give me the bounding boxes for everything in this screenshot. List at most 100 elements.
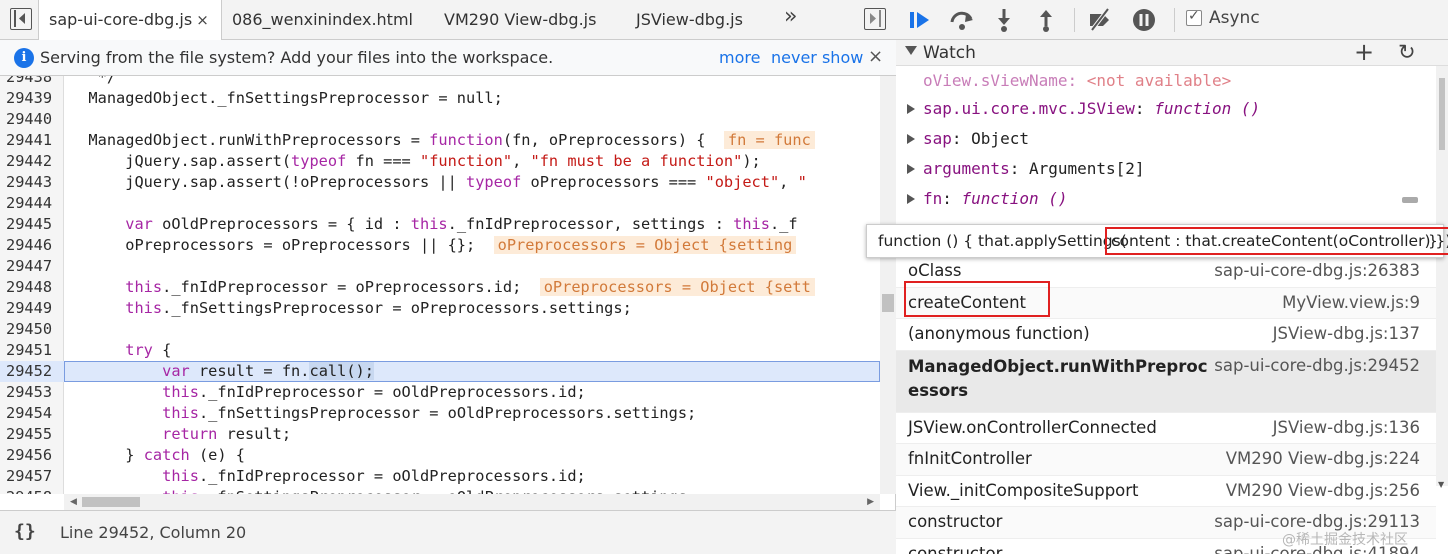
watch-expression: oView.sViewName	[923, 71, 1068, 90]
delete-watch-icon[interactable]	[1402, 197, 1418, 203]
expand-triangle-icon[interactable]	[907, 194, 915, 204]
line-number[interactable]: 29439	[6, 88, 62, 109]
tab-sap-ui-core[interactable]: sap-ui-core-dbg.js ×	[38, 0, 222, 41]
more-tabs-icon[interactable]: »	[784, 4, 797, 29]
editor-vertical-scrollbar[interactable]	[880, 76, 896, 494]
call-frame-location[interactable]: JSView-dbg.js:136	[1273, 418, 1420, 437]
step-over-icon[interactable]	[948, 6, 976, 34]
line-number[interactable]: 29447	[6, 256, 62, 277]
tab-wenxinindex[interactable]: 086_wenxinindex.html	[232, 0, 413, 40]
close-infobar-icon[interactable]: ×	[868, 46, 883, 67]
call-frame-location[interactable]: VM290 View-dbg.js:224	[1226, 449, 1420, 468]
line-number[interactable]: 29449	[6, 298, 62, 319]
collapse-watch-icon[interactable]	[905, 46, 917, 55]
refresh-watch-icon[interactable]: ↻	[1398, 40, 1416, 64]
line-source: this._fnSettingsPreprocessor = oOldPrepr…	[162, 404, 697, 422]
expand-triangle-icon[interactable]	[907, 134, 915, 144]
watch-item[interactable]: oView.sViewName: <not available>	[896, 66, 1436, 96]
call-frame-location[interactable]: sap-ui-core-dbg.js:29452	[1214, 356, 1420, 375]
tab-close-icon[interactable]: ×	[196, 11, 209, 29]
code-line[interactable]: 29448 this._fnIdPreprocessor = oPreproce…	[0, 277, 880, 298]
expand-triangle-icon[interactable]	[907, 104, 915, 114]
code-line[interactable]: 29444	[0, 193, 880, 214]
async-checkbox[interactable]	[1186, 8, 1202, 26]
line-number[interactable]: 29450	[6, 319, 62, 340]
never-show-link[interactable]: never show	[771, 48, 863, 67]
line-number[interactable]: 29458	[6, 487, 62, 494]
line-number[interactable]: 29441	[6, 130, 62, 151]
toggle-navigator-icon[interactable]	[10, 8, 32, 30]
line-number[interactable]: 29442	[6, 151, 62, 172]
pretty-print-icon[interactable]: {}	[14, 521, 36, 542]
line-number[interactable]: 29455	[6, 424, 62, 445]
call-frame-location[interactable]: MyView.view.js:9	[1282, 293, 1420, 312]
line-number[interactable]: 29456	[6, 445, 62, 466]
tab-jsview[interactable]: JSView-dbg.js	[636, 0, 743, 40]
call-frame[interactable]: (anonymous function) JSView-dbg.js:137	[896, 319, 1436, 351]
line-number[interactable]: 29444	[6, 193, 62, 214]
watch-item[interactable]: fn: function ()	[896, 184, 1436, 214]
watch-value: Object	[971, 129, 1029, 148]
line-number[interactable]: 29454	[6, 403, 62, 424]
code-line[interactable]: 29451 try {	[0, 340, 880, 361]
code-line[interactable]: 29453 this._fnIdPreprocessor = oOldPrepr…	[0, 382, 880, 403]
code-line[interactable]: 29449 this._fnSettingsPreprocessor = oPr…	[0, 298, 880, 319]
code-line[interactable]: 29452 var result = fn.call();	[0, 361, 880, 382]
watch-section-header[interactable]: Watch + ↻	[896, 38, 1448, 66]
code-line[interactable]: 29447	[0, 256, 880, 277]
code-line[interactable]: 29457 this._fnIdPreprocessor = oOldPrepr…	[0, 466, 880, 487]
code-line[interactable]: 29438 */	[0, 76, 880, 88]
pause-on-exceptions-icon[interactable]	[1130, 6, 1158, 34]
code-line[interactable]: 29440	[0, 109, 880, 130]
more-link[interactable]: more	[719, 48, 760, 67]
function-preview-tooltip: function () { that.applySettings( conten…	[866, 224, 1448, 258]
call-frame-location[interactable]: sap-ui-core-dbg.js:26383	[1214, 261, 1420, 280]
editor-horizontal-scrollbar[interactable]: ◀ ▶	[64, 494, 880, 510]
code-editor[interactable]: 29438 */29439 ManagedObject._fnSettingsP…	[0, 76, 880, 494]
tab-label: JSView-dbg.js	[636, 10, 743, 29]
add-watch-icon[interactable]: +	[1354, 38, 1374, 66]
tab-label: 086_wenxinindex.html	[232, 10, 413, 29]
deactivate-breakpoints-icon[interactable]	[1086, 6, 1114, 34]
line-number[interactable]: 29457	[6, 466, 62, 487]
watch-item[interactable]: sap.ui.core.mvc.JSView: function ()	[896, 94, 1436, 124]
watch-item[interactable]: sap: Object	[896, 124, 1436, 154]
watch-item[interactable]: arguments: Arguments[2]	[896, 154, 1436, 184]
code-line[interactable]: 29450	[0, 319, 880, 340]
line-number[interactable]: 29451	[6, 340, 62, 361]
expand-triangle-icon[interactable]	[907, 164, 915, 174]
line-number[interactable]: 29445	[6, 214, 62, 235]
call-frame[interactable]: View._initCompositeSupport VM290 View-dbg…	[896, 476, 1436, 507]
watch-value: Arguments[2]	[1028, 159, 1145, 178]
watch-expression: sap	[923, 129, 952, 148]
code-line[interactable]: 29443 jQuery.sap.assert(!oPreprocessors …	[0, 172, 880, 193]
call-frame[interactable]: JSView.onControllerConnected JSView-dbg.j…	[896, 413, 1436, 444]
line-number[interactable]: 29440	[6, 109, 62, 130]
call-frame-location[interactable]: JSView-dbg.js:137	[1273, 324, 1420, 343]
code-line[interactable]: 29456 } catch (e) {	[0, 445, 880, 466]
code-line[interactable]: 29439 ManagedObject._fnSettingsPreproces…	[0, 88, 880, 109]
code-line[interactable]: 29441 ManagedObject.runWithPreprocessors…	[0, 130, 880, 151]
line-number[interactable]: 29446	[6, 235, 62, 256]
call-frame-location[interactable]: VM290 View-dbg.js:256	[1226, 481, 1420, 500]
sidebar-scrollbar[interactable]: ▼	[1436, 66, 1448, 489]
code-line[interactable]: 29445 var oOldPreprocessors = { id : thi…	[0, 214, 880, 235]
code-line[interactable]: 29446 oPreprocessors = oPreprocessors ||…	[0, 235, 880, 256]
call-frame-current[interactable]: ManagedObject.runWithPreprocessors sap-ui…	[896, 350, 1436, 413]
code-line[interactable]: 29454 this._fnSettingsPreprocessor = oOl…	[0, 403, 880, 424]
line-number[interactable]: 29452	[6, 361, 62, 382]
resume-icon[interactable]	[906, 6, 934, 34]
code-line[interactable]: 29455 return result;	[0, 424, 880, 445]
line-number[interactable]: 29443	[6, 172, 62, 193]
step-out-icon[interactable]	[1032, 6, 1060, 34]
code-line[interactable]: 29442 jQuery.sap.assert(typeof fn === "f…	[0, 151, 880, 172]
tab-vm290-view[interactable]: VM290 View-dbg.js	[444, 0, 596, 40]
call-frame[interactable]: fnInitController VM290 View-dbg.js:224	[896, 444, 1436, 476]
code-line[interactable]: 29458 this._fnSettingsPreprocessor = oOl…	[0, 487, 880, 494]
toggle-debugger-icon[interactable]	[864, 8, 886, 30]
step-into-icon[interactable]	[990, 6, 1018, 34]
watch-separator: :	[1009, 159, 1029, 178]
line-number[interactable]: 29453	[6, 382, 62, 403]
line-number[interactable]: 29438	[6, 76, 62, 88]
line-number[interactable]: 29448	[6, 277, 62, 298]
